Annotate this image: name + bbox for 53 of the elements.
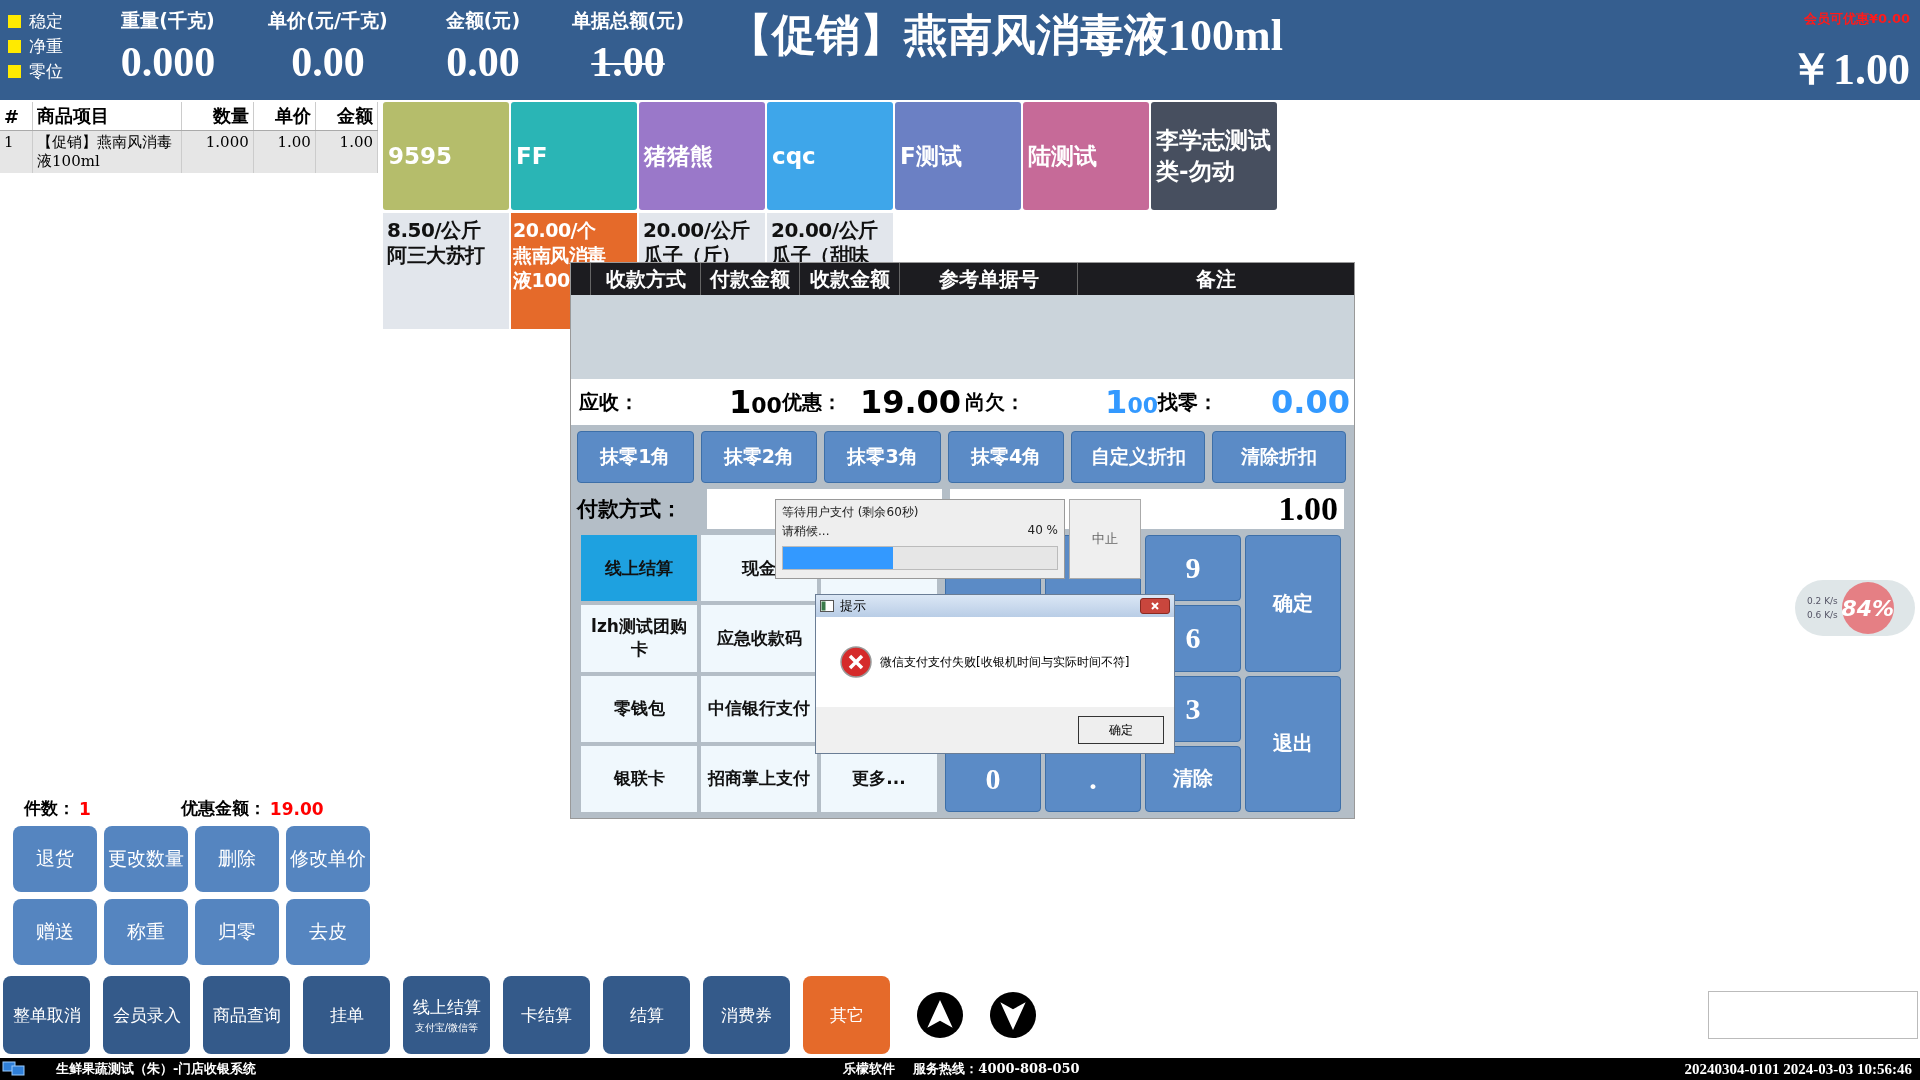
field-label: 单据总额(元) [571, 8, 685, 33]
column-header: 商品项目 [32, 102, 182, 131]
total-amount: ￥1.00 [1789, 44, 1910, 96]
app-name: 生鲜果蔬测试（朱）-门店收银系统 [56, 1060, 257, 1078]
owed-label: 尚欠： [965, 388, 1027, 416]
due-amount: 100 [729, 383, 782, 421]
vendor-name: 乐檬软件 [843, 1060, 896, 1078]
count-label: 件数： [24, 797, 75, 820]
table-cell: 1.000 [181, 130, 254, 173]
column-header: 数量 [181, 102, 254, 131]
column-header: 单价 [253, 102, 316, 131]
product-title: 【促销】燕南风消毒液100ml [727, 10, 1283, 62]
upload-speed: 0.2 K/s [1807, 596, 1838, 606]
field-label: 金额(元) [445, 8, 521, 33]
hotline-text: 服务热线：4000-808-050 [913, 1060, 1080, 1078]
discount-label: 优惠： [781, 388, 842, 416]
field-value: 1.00 [591, 38, 665, 86]
table-cell: 1.00 [253, 130, 316, 173]
field-label: 重量(千克) [121, 8, 215, 33]
product-text: 8.50/公斤 [387, 218, 481, 243]
download-speed: 0.6 K/s [1807, 610, 1838, 620]
due-label: 应收： [579, 388, 640, 416]
product-text: 阿三大苏打 [387, 243, 485, 268]
indicator-label: 零位 [29, 60, 63, 83]
field-label: 单价(元/千克) [268, 8, 388, 33]
indicator-label: 净重 [29, 35, 63, 58]
field-value: 0.00 [291, 38, 365, 86]
product-text: 20.00/个 [513, 218, 596, 243]
member-discount: 会员可优惠¥0.00 [1803, 10, 1910, 28]
table-cell: 【促销】燕南风消毒液100ml [32, 130, 182, 173]
table-cell: 1.00 [315, 130, 378, 173]
product-text: 20.00/公斤 [643, 218, 750, 243]
column-header: # [0, 102, 33, 131]
discount-label: 优惠金额： [180, 797, 266, 820]
discount-amount: 19.00 [859, 383, 962, 421]
progress-title: 等待用户支付 (剩余60秒) [782, 504, 920, 521]
alert-message: 微信支付支付失败[收银机时间与实际时间不符] [880, 653, 1130, 671]
change-label: 找零： [1158, 388, 1219, 416]
product-text: 液100 [513, 268, 570, 293]
count-value: 1 [79, 798, 91, 819]
field-value: 0.000 [120, 38, 216, 86]
column-header: 金额 [315, 102, 378, 131]
usage-percent: 84% [1841, 582, 1894, 634]
owed-amount: 100 [1105, 383, 1158, 421]
dialog-title: 提示 [840, 597, 866, 615]
field-value: 0.00 [446, 38, 520, 86]
payment-method-label: 付款方式： [577, 496, 683, 523]
discount-value: 19.00 [269, 798, 324, 819]
date-time: 20240304-0101 2024-03-03 10:56:46 [1684, 1060, 1912, 1078]
table-cell: 1 [0, 130, 33, 173]
indicator-label: 稳定 [29, 10, 63, 33]
change-amount: 0.00 [1271, 383, 1350, 421]
product-text: 20.00/公斤 [771, 218, 878, 243]
